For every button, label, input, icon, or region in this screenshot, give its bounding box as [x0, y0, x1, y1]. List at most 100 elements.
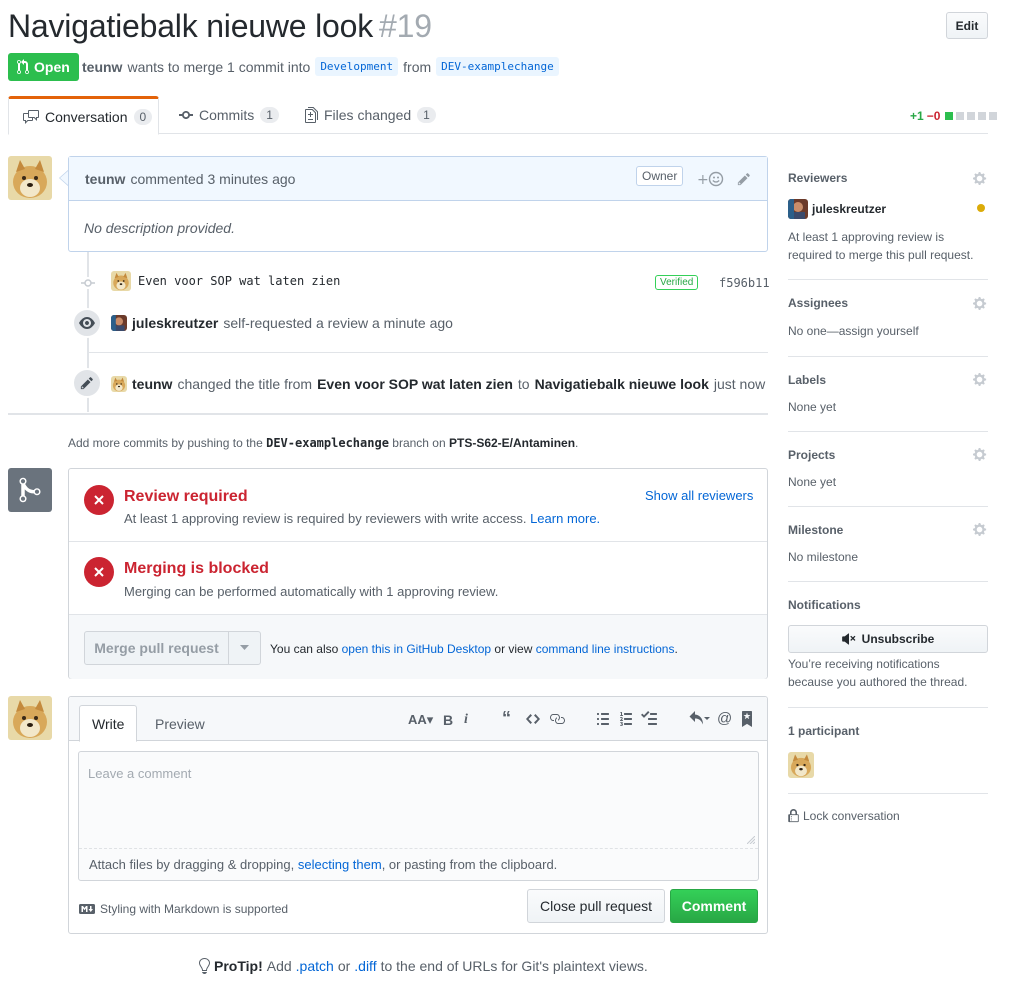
reviewer-avatar[interactable]	[111, 315, 127, 331]
push-note-branch: DEV-examplechange	[266, 436, 389, 450]
show-all-reviewers-link[interactable]: Show all reviewers	[645, 488, 753, 503]
mention-icon[interactable]: @	[717, 710, 732, 727]
review-required-title: Review required	[124, 488, 248, 505]
protip: ProTip! Add .patch or .diff to the end o…	[198, 958, 648, 974]
select-files-link[interactable]: selecting them	[298, 857, 382, 872]
diffstat-block	[956, 112, 965, 120]
resize-handle-icon[interactable]	[747, 836, 755, 844]
assignees-heading[interactable]: Assignees	[788, 296, 848, 310]
commit-sha-link[interactable]: f596b11	[719, 276, 770, 290]
ordered-list-icon[interactable]	[619, 711, 633, 727]
tab-files-count: 1	[417, 107, 436, 123]
reviewer-name[interactable]: juleskreutzer	[812, 202, 886, 216]
merging-blocked-section: Merging is blocked Merging can be perfor…	[69, 542, 767, 615]
owner-badge: Owner	[636, 166, 684, 186]
reviewer-avatar[interactable]	[788, 199, 808, 219]
protip-label: ProTip!	[214, 958, 263, 974]
edit-title-button[interactable]: Edit	[946, 12, 988, 39]
attach-files-bar[interactable]: Attach files by dragging & dropping, sel…	[79, 848, 758, 880]
commit-message-link[interactable]: Even voor SOP wat laten zien	[138, 274, 340, 288]
verified-badge[interactable]: Verified	[655, 275, 699, 290]
unsubscribe-label: Unsubscribe	[861, 632, 935, 646]
labels-value: None yet	[788, 400, 837, 414]
diffstat: +1 −0	[910, 109, 998, 123]
comment-textarea[interactable]: Leave a comment Attach files by dragging…	[78, 751, 759, 881]
learn-more-link[interactable]: Learn more.	[530, 511, 600, 526]
gear-icon[interactable]	[973, 296, 988, 311]
rename-event-time[interactable]: just now	[714, 376, 765, 392]
diffstat-block	[978, 112, 987, 120]
review-required-desc: At least 1 approving review is required …	[124, 511, 600, 526]
head-branch[interactable]: DEV-examplechange	[436, 57, 559, 76]
link-icon[interactable]	[549, 711, 565, 727]
markdown-note-text: Styling with Markdown is supported	[100, 902, 289, 916]
gear-icon[interactable]	[973, 171, 988, 186]
commit-item: Even voor SOP wat laten zien	[111, 271, 340, 291]
markdown-note[interactable]: Styling with Markdown is supported	[79, 902, 288, 916]
unsubscribe-button[interactable]: Unsubscribe	[788, 625, 988, 653]
git-merge-icon	[19, 476, 41, 504]
assignees-value[interactable]: No one—assign yourself	[788, 322, 919, 340]
pencil-edit-icon[interactable]	[737, 172, 751, 186]
comment-author[interactable]: teunw	[85, 171, 125, 187]
merge-box: Review required At least 1 approving rev…	[68, 468, 768, 679]
diff-link[interactable]: .diff	[354, 958, 376, 974]
current-user-avatar[interactable]	[8, 696, 52, 740]
participant-avatar[interactable]	[788, 752, 814, 778]
base-branch[interactable]: Development	[315, 57, 399, 76]
tab-commits-count: 1	[260, 107, 279, 123]
gear-icon[interactable]	[973, 372, 988, 387]
review-event-badge	[72, 308, 102, 338]
milestone-value: No milestone	[788, 550, 859, 564]
x-circle-icon	[84, 557, 114, 587]
tab-preview[interactable]: Preview	[143, 705, 217, 742]
milestone-heading[interactable]: Milestone	[788, 523, 843, 537]
comment-time[interactable]: commented 3 minutes ago	[130, 171, 295, 187]
pr-state-badge: Open	[8, 53, 79, 81]
projects-heading[interactable]: Projects	[788, 448, 835, 462]
author-avatar[interactable]	[8, 156, 52, 200]
labels-heading[interactable]: Labels	[788, 373, 826, 387]
gear-icon[interactable]	[973, 447, 988, 462]
tab-write[interactable]: Write	[79, 705, 138, 742]
sidebar-participants: 1 participant	[788, 708, 988, 794]
tab-files-changed[interactable]: Files changed 1	[291, 96, 450, 134]
tab-commits[interactable]: Commits 1	[165, 96, 293, 134]
bookmark-icon[interactable]	[741, 711, 753, 727]
gear-icon[interactable]	[973, 522, 988, 537]
rename-event: teunw changed the title from Even voor S…	[111, 376, 765, 392]
reply-icon[interactable]	[689, 711, 711, 727]
push-note-middle: branch on	[392, 436, 446, 450]
mute-icon	[841, 633, 856, 645]
comment-button[interactable]: Comment	[670, 889, 758, 923]
close-pull-request-button[interactable]: Close pull request	[527, 889, 665, 923]
command-line-instructions-link[interactable]: command line instructions	[536, 642, 675, 656]
reviewers-heading[interactable]: Reviewers	[788, 171, 847, 185]
open-github-desktop-link[interactable]: open this in GitHub Desktop	[342, 642, 491, 656]
unordered-list-icon[interactable]	[596, 711, 610, 727]
text-size-icon[interactable]: AA▾	[408, 712, 433, 728]
comment-body: No description provided.	[84, 220, 235, 236]
rename-old-title: Even voor SOP wat laten zien	[317, 376, 513, 392]
merge-alternatives: You can also open this in GitHub Desktop…	[270, 642, 678, 656]
rename-event-user[interactable]: teunw	[132, 376, 172, 392]
commit-avatar[interactable]	[111, 271, 131, 291]
merge-method-dropdown[interactable]	[228, 631, 261, 665]
code-icon[interactable]	[526, 711, 540, 727]
task-list-icon[interactable]	[641, 711, 657, 727]
bold-icon[interactable]: B	[443, 712, 453, 728]
review-event-user[interactable]: juleskreutzer	[132, 315, 218, 331]
add-reaction-icon[interactable]: +	[697, 171, 725, 187]
merge-alt-middle: or view	[494, 642, 533, 656]
tab-conversation[interactable]: Conversation 0	[8, 96, 159, 135]
pr-author-link[interactable]: teunw	[82, 59, 122, 75]
italic-icon[interactable]: i	[464, 712, 468, 728]
sidebar-reviewers: Reviewers juleskreutzer At least 1 appro…	[788, 164, 988, 280]
patch-link[interactable]: .patch	[296, 958, 334, 974]
quote-icon[interactable]: “	[502, 708, 511, 729]
rename-avatar[interactable]	[111, 376, 127, 392]
pending-review-dot	[977, 204, 985, 212]
merge-pull-request-button[interactable]: Merge pull request	[84, 631, 229, 665]
notifications-note: You’re receiving notifications because y…	[788, 657, 968, 689]
lock-conversation-link[interactable]: Lock conversation	[788, 809, 900, 823]
